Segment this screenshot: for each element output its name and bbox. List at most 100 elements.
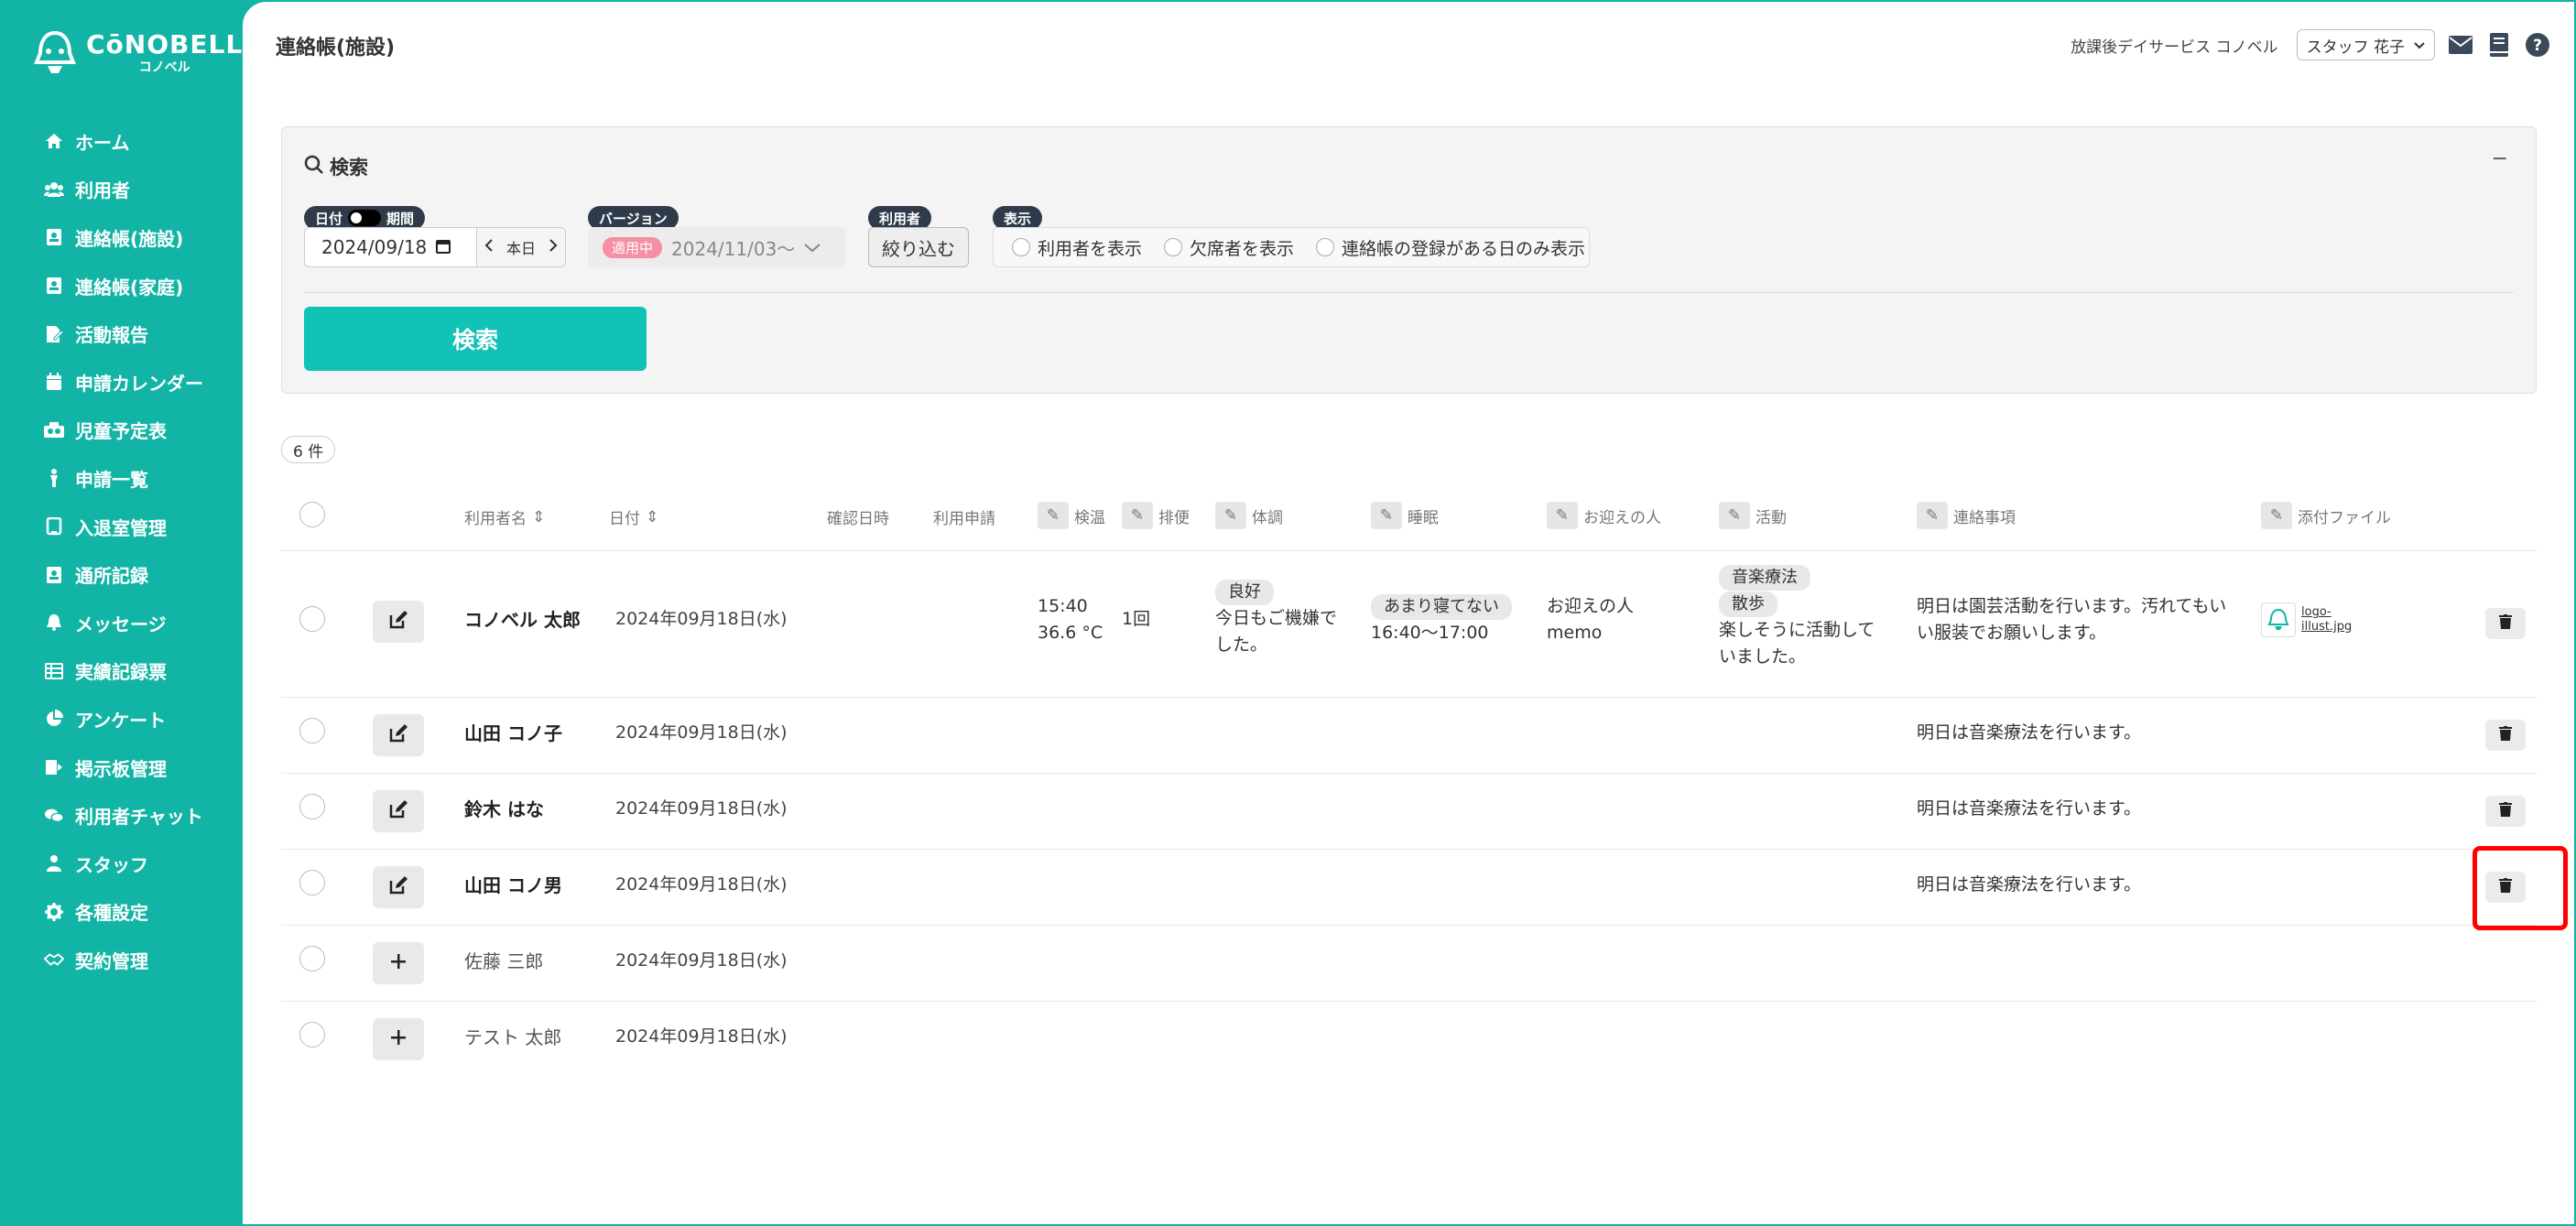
logo[interactable]: CōNOBELL コノベル — [33, 26, 242, 81]
trash-icon — [2499, 614, 2512, 633]
search-panel-title: 検索 — [304, 153, 368, 180]
sidebar-item-attendance-record[interactable]: 通所記録 — [44, 550, 203, 599]
sidebar-item-contact-book-home[interactable]: 連絡帳(家庭) — [44, 262, 203, 310]
sidebar-item-user-chat[interactable]: 利用者チャット — [44, 791, 203, 840]
notes-cell: 明日は音楽療法を行います。 — [1917, 722, 2142, 743]
sidebar-item-contract[interactable]: 契約管理 — [44, 936, 203, 984]
delete-button[interactable] — [2485, 720, 2526, 751]
attachment-link[interactable]: logo-illust.jpg — [2301, 605, 2353, 634]
header-date[interactable]: 日付 ⇕ — [609, 505, 658, 529]
date-value: 2024/09/18 — [321, 236, 428, 258]
row-checkbox[interactable] — [299, 794, 325, 819]
next-day-icon[interactable] — [549, 238, 558, 256]
bulk-edit-icon[interactable]: ✎ — [1917, 502, 1948, 529]
sidebar-item-label: 申請カレンダー — [75, 372, 203, 395]
bulk-edit-icon[interactable]: ✎ — [1038, 502, 1069, 529]
mail-icon[interactable] — [2448, 32, 2473, 58]
help-icon[interactable]: ? — [2525, 32, 2550, 58]
row-checkbox[interactable] — [299, 606, 325, 632]
row-checkbox[interactable] — [299, 870, 325, 895]
temp-time: 15:40 — [1038, 596, 1088, 616]
bulk-edit-icon[interactable]: ✎ — [2261, 502, 2292, 529]
header-sleep: ✎ 睡眠 — [1371, 502, 1439, 529]
today-button[interactable]: 本日 — [506, 236, 536, 258]
bulk-edit-icon[interactable]: ✎ — [1547, 502, 1578, 529]
add-button[interactable] — [373, 1018, 424, 1060]
header-pickup: ✎ お迎えの人 — [1547, 502, 1661, 529]
user-name[interactable]: 佐藤 三郎 — [464, 948, 543, 975]
pickup-memo: memo — [1547, 622, 1603, 643]
sidebar-item-request-calendar[interactable]: 申請カレンダー — [44, 358, 203, 407]
show-absent-radio[interactable]: 欠席者を表示 — [1164, 235, 1294, 260]
users-icon — [44, 179, 64, 200]
select-all-checkbox[interactable] — [299, 502, 325, 527]
radio-circle[interactable] — [1164, 238, 1183, 256]
calendar-icon — [44, 372, 64, 392]
edit-button[interactable] — [373, 866, 424, 908]
sidebar-item-users[interactable]: 利用者 — [44, 166, 203, 214]
staff-select[interactable]: スタッフ 花子 — [2296, 29, 2435, 60]
radio-circle[interactable] — [1012, 238, 1030, 256]
sidebar-item-request-list[interactable]: 申請一覧 — [44, 454, 203, 503]
image-thumbnail-icon[interactable] — [2261, 602, 2296, 637]
row-checkbox[interactable] — [299, 1022, 325, 1047]
sidebar-item-activity-report[interactable]: 活動報告 — [44, 309, 203, 358]
edit-button[interactable] — [373, 714, 424, 756]
table-row: コノベル 太郎 2024年09月18日(水) 15:40 36.6 °C 1回 … — [281, 551, 2537, 698]
sidebar-item-label: 実績記録票 — [75, 661, 167, 684]
bowel-cell: 1回 — [1122, 609, 1151, 629]
user-name[interactable]: テスト 太郎 — [464, 1024, 561, 1051]
show-users-radio[interactable]: 利用者を表示 — [1012, 235, 1142, 260]
sidebar-item-survey[interactable]: アンケート — [44, 695, 203, 743]
trash-icon — [2499, 726, 2512, 744]
date-input[interactable]: 2024/09/18 — [305, 228, 477, 266]
edit-icon — [388, 875, 408, 899]
sidebar-item-label: 利用者 — [75, 179, 130, 202]
svg-text:?: ? — [2533, 37, 2542, 55]
delete-button[interactable] — [2485, 608, 2526, 639]
sidebar-item-staff[interactable]: スタッフ — [44, 840, 203, 888]
sidebar-item-message[interactable]: メッセージ — [44, 599, 203, 647]
staff-name: スタッフ 花子 — [2306, 38, 2405, 57]
header-name[interactable]: 利用者名 ⇕ — [464, 505, 545, 529]
edit-button[interactable] — [373, 601, 424, 643]
radio-circle[interactable] — [1316, 238, 1335, 256]
sidebar-item-entry-exit[interactable]: 入退室管理 — [44, 503, 203, 551]
collapse-button[interactable]: − — [2492, 147, 2508, 170]
header-condition: ✎ 体調 — [1215, 502, 1283, 529]
search-panel: 検索 − 日付 期間 2024/09/18 本日 バージョン 適用中 2024/… — [281, 126, 2537, 394]
filter-button[interactable]: 絞り込む — [868, 227, 969, 267]
bulk-edit-icon[interactable]: ✎ — [1719, 502, 1750, 529]
sidebar-item-settings[interactable]: 各種設定 — [44, 888, 203, 937]
sidebar-item-bulletin-board[interactable]: 掲示板管理 — [44, 743, 203, 792]
trash-icon — [2499, 802, 2512, 820]
show-registered-only-radio[interactable]: 連絡帳の登録がある日のみ表示 — [1316, 235, 1585, 260]
manual-book-icon[interactable] — [2486, 32, 2512, 58]
sidebar-item-contact-book-facility[interactable]: 連絡帳(施設) — [44, 213, 203, 262]
bulk-edit-icon[interactable]: ✎ — [1122, 502, 1153, 529]
sidebar-item-child-schedule[interactable]: 児童予定表 — [44, 407, 203, 455]
row-checkbox[interactable] — [299, 718, 325, 743]
sidebar-item-home[interactable]: ホーム — [44, 117, 203, 166]
row-checkbox[interactable] — [299, 946, 325, 971]
search-button[interactable]: 検索 — [304, 307, 647, 371]
contact-book-icon — [44, 227, 64, 247]
header-label: 連絡事項 — [1953, 508, 2016, 527]
prev-day-icon[interactable] — [484, 238, 494, 256]
report-icon — [44, 324, 64, 344]
calendar-icon[interactable] — [436, 236, 451, 258]
bulk-edit-icon[interactable]: ✎ — [1371, 502, 1402, 529]
notes-cell: 明日は音楽療法を行います。 — [1917, 798, 2142, 819]
user-name[interactable]: コノベル 太郎 — [464, 606, 581, 634]
version-select[interactable]: 適用中 2024/11/03〜 — [588, 227, 846, 267]
date-period-toggle[interactable] — [348, 210, 382, 226]
delete-button[interactable] — [2485, 796, 2526, 827]
sidebar-item-performance-record[interactable]: 実績記録票 — [44, 647, 203, 696]
edit-button[interactable] — [373, 790, 424, 832]
staff-icon — [44, 853, 64, 873]
user-name[interactable]: 山田 コノ子 — [464, 720, 562, 747]
user-name[interactable]: 山田 コノ男 — [464, 872, 562, 899]
user-name[interactable]: 鈴木 はな — [464, 796, 544, 823]
add-button[interactable] — [373, 942, 424, 984]
bulk-edit-icon[interactable]: ✎ — [1215, 502, 1246, 529]
